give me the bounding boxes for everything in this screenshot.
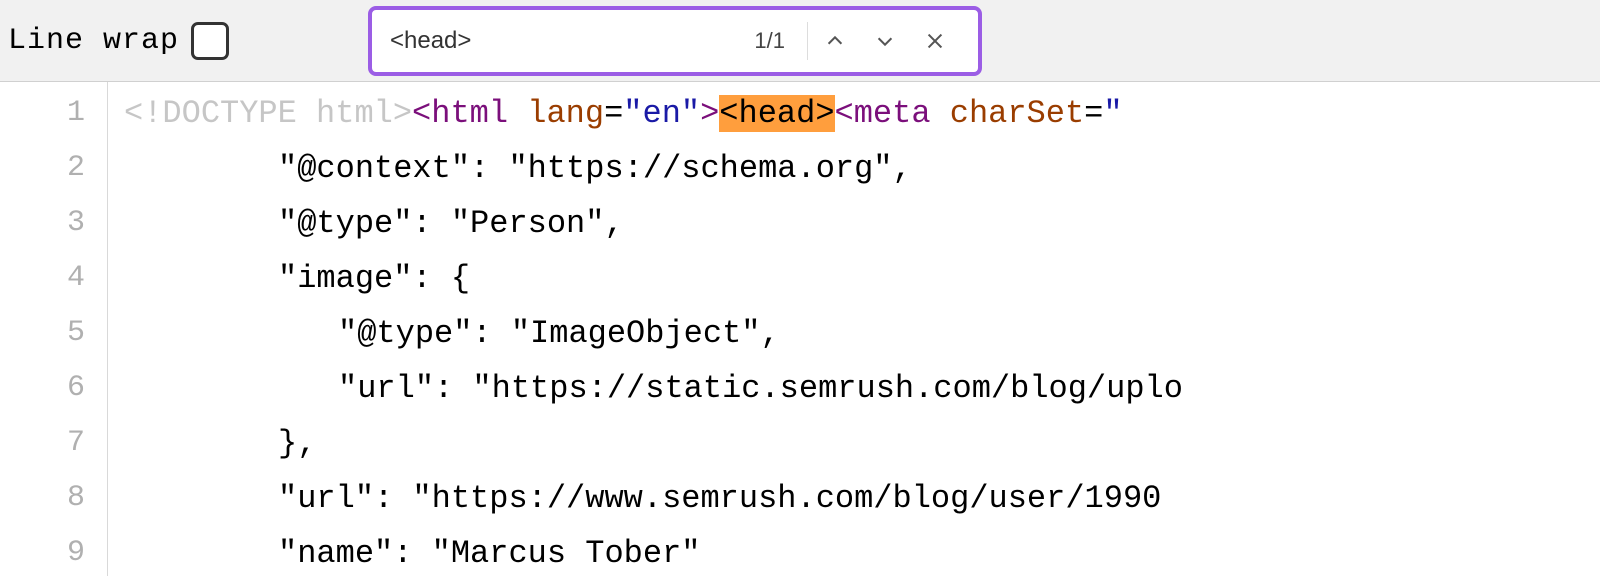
- line-number: 4: [0, 251, 107, 306]
- token-eq: =: [604, 95, 623, 132]
- line-gutter: 1 2 3 4 5 6 7 8 9: [0, 82, 108, 576]
- search-match-highlight: <head>: [719, 95, 834, 132]
- token-attr: charSet: [931, 95, 1085, 132]
- token-attr: lang: [508, 95, 604, 132]
- chevron-down-icon: [874, 30, 896, 52]
- token-text: "@type": "Person",: [278, 205, 624, 242]
- code-area: 1 2 3 4 5 6 7 8 9 <!DOCTYPE html><html l…: [0, 82, 1600, 576]
- close-icon: [924, 30, 946, 52]
- token-text: "url": "https://static.semrush.com/blog/…: [338, 370, 1183, 407]
- line-number: 8: [0, 471, 107, 526]
- line-number: 1: [0, 86, 107, 141]
- token-tag: <meta: [835, 95, 931, 132]
- toolbar: Line wrap 1/1: [0, 0, 1600, 82]
- token-text: "@type": "ImageObject",: [338, 315, 780, 352]
- line-number: 2: [0, 141, 107, 196]
- code-line: "@context": "https://schema.org",: [108, 141, 1600, 196]
- linewrap-label: Line wrap: [8, 24, 179, 58]
- code-content[interactable]: <!DOCTYPE html><html lang="en"><head><me…: [108, 82, 1600, 576]
- code-line: },: [108, 416, 1600, 471]
- line-number: 3: [0, 196, 107, 251]
- search-input[interactable]: [390, 27, 734, 55]
- code-line: "url": "https://www.semrush.com/blog/use…: [108, 471, 1600, 526]
- token-text: },: [278, 425, 316, 462]
- line-number: 9: [0, 526, 107, 581]
- token-text: "url": "https://www.semrush.com/blog/use…: [278, 480, 1161, 517]
- close-search-button[interactable]: [910, 16, 960, 66]
- token-doctype: <!DOCTYPE html>: [124, 95, 412, 132]
- chevron-up-icon: [824, 30, 846, 52]
- search-count: 1/1: [734, 28, 805, 54]
- token-value: "en": [623, 95, 700, 132]
- line-number: 7: [0, 416, 107, 471]
- token-text: "name": "Marcus Tober": [278, 535, 700, 572]
- token-text: "image": {: [278, 260, 470, 297]
- prev-match-button[interactable]: [810, 16, 860, 66]
- code-line: "@type": "ImageObject",: [108, 306, 1600, 361]
- search-panel: 1/1: [368, 6, 982, 76]
- next-match-button[interactable]: [860, 16, 910, 66]
- token-eq: =: [1084, 95, 1103, 132]
- linewrap-checkbox[interactable]: [191, 22, 229, 60]
- divider: [807, 22, 808, 60]
- line-number: 5: [0, 306, 107, 361]
- code-line: "name": "Marcus Tober": [108, 526, 1600, 576]
- line-number: 6: [0, 361, 107, 416]
- code-line: <!DOCTYPE html><html lang="en"><head><me…: [108, 86, 1600, 141]
- token-value: ": [1103, 95, 1122, 132]
- code-line: "@type": "Person",: [108, 196, 1600, 251]
- code-line: "url": "https://static.semrush.com/blog/…: [108, 361, 1600, 416]
- code-line: "image": {: [108, 251, 1600, 306]
- token-tag: <html: [412, 95, 508, 132]
- token-text: "@context": "https://schema.org",: [278, 150, 912, 187]
- token-tag: >: [700, 95, 719, 132]
